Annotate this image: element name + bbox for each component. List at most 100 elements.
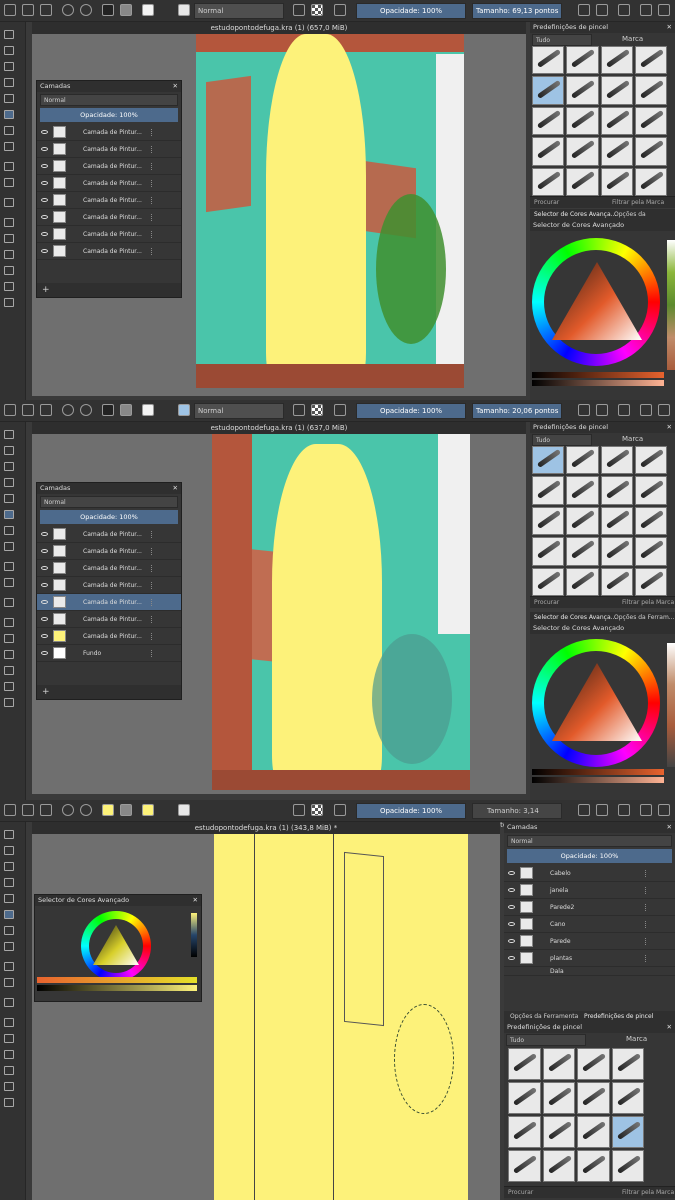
layer-row[interactable]: Camada de Pintur...: [37, 175, 181, 192]
brush-preset-tile[interactable]: [532, 46, 565, 75]
canvas-viewport[interactable]: [32, 834, 500, 1200]
lock-alpha-icon[interactable]: [151, 129, 177, 136]
eye-icon[interactable]: [508, 922, 515, 926]
layer-row[interactable]: Camada de Pintur...: [37, 124, 181, 141]
layer-row[interactable]: Parede2: [504, 899, 675, 916]
lasso-select-tool-icon[interactable]: [4, 1050, 14, 1059]
add-layer-icon[interactable]: +: [42, 687, 50, 697]
brush-preset-tile[interactable]: [566, 167, 599, 196]
brush-preset-tile[interactable]: [634, 76, 667, 105]
swap-colors-icon[interactable]: [142, 4, 154, 16]
brush-preset-tile[interactable]: [611, 1150, 644, 1182]
brush-preset-tile[interactable]: [542, 1116, 575, 1148]
layer-row[interactable]: Camada de Pintur...: [37, 158, 181, 175]
brush-preset-tile[interactable]: [611, 1082, 644, 1114]
window-icon[interactable]: [640, 4, 652, 16]
eye-icon[interactable]: [41, 147, 48, 151]
layer-row[interactable]: Camada de Pintur...: [37, 628, 181, 645]
close-icon[interactable]: ✕: [667, 422, 672, 433]
rectangle-tool-icon[interactable]: [4, 878, 14, 887]
lock-alpha-icon[interactable]: [645, 921, 671, 928]
lasso-select-tool-icon[interactable]: [4, 650, 14, 659]
layer-row[interactable]: janela: [504, 882, 675, 899]
brush-preset-tile[interactable]: [600, 76, 633, 105]
eye-icon[interactable]: [508, 905, 515, 909]
brush-preset-tile[interactable]: [634, 137, 667, 166]
layer-row[interactable]: Camada de Pintur...: [37, 192, 181, 209]
brush-preset-icon[interactable]: [178, 804, 190, 816]
save-icon[interactable]: [40, 804, 52, 816]
lock-alpha-icon[interactable]: [151, 633, 177, 640]
mirror-vertical-icon[interactable]: [596, 4, 608, 16]
lasso-select-tool-icon[interactable]: [4, 250, 14, 259]
tab-tool-options[interactable]: Opções da Ferram...: [614, 612, 675, 623]
pan-tool-icon[interactable]: [4, 698, 14, 707]
layers-blend-select[interactable]: Normal: [40, 94, 178, 106]
foreground-color-swatch[interactable]: [102, 404, 114, 416]
lock-alpha-icon[interactable]: [151, 146, 177, 153]
select-shapes-tool-icon[interactable]: [4, 830, 14, 839]
mirror-horizontal-icon[interactable]: [578, 4, 590, 16]
layer-row[interactable]: Parede: [504, 933, 675, 950]
brush-preset-tile[interactable]: [611, 1048, 644, 1080]
color-history-strip[interactable]: [667, 643, 675, 767]
layer-row-selected[interactable]: Camada de Pintur...: [37, 594, 181, 611]
layers-opacity-slider[interactable]: Opacidade: 100%: [40, 108, 178, 122]
brush-tag-label[interactable]: Marca: [622, 35, 643, 43]
tab-tool-options[interactable]: Opções da Ferramenta: [510, 1011, 578, 1022]
freehand-brush-tool-icon[interactable]: [4, 62, 14, 71]
brush-preset-tile[interactable]: [577, 1150, 610, 1182]
brush-preset-tile[interactable]: [600, 567, 633, 596]
brush-preset-tile[interactable]: [566, 137, 599, 166]
eye-icon[interactable]: [41, 164, 48, 168]
lock-alpha-icon[interactable]: [645, 904, 671, 911]
redo-icon[interactable]: [80, 804, 92, 816]
new-document-icon[interactable]: [4, 804, 16, 816]
size-slider[interactable]: Tamanho: 69,13 pontos: [472, 3, 562, 19]
layers-blend-select[interactable]: Normal: [40, 496, 178, 508]
brush-preset-tile[interactable]: [634, 46, 667, 75]
brush-preset-tile[interactable]: [566, 446, 599, 475]
lock-alpha-icon[interactable]: [151, 163, 177, 170]
layers-blend-select[interactable]: Normal: [507, 835, 672, 847]
pan-tool-icon[interactable]: [4, 298, 14, 307]
layers-opacity-slider[interactable]: Opacidade: 100%: [507, 849, 672, 863]
brush-filter-select[interactable]: Tudo: [506, 1034, 586, 1046]
lock-alpha-icon[interactable]: [151, 231, 177, 238]
brush-preset-tile[interactable]: [600, 106, 633, 136]
reload-preset-icon[interactable]: [334, 804, 346, 816]
brush-preset-tile[interactable]: [532, 106, 565, 136]
brush-preset-tile[interactable]: [577, 1116, 610, 1148]
brush-preset-tile[interactable]: [600, 167, 633, 196]
opacity-slider[interactable]: Opacidade: 100%: [356, 3, 466, 19]
color-slider[interactable]: [37, 977, 197, 983]
lock-alpha-icon[interactable]: [151, 531, 177, 538]
background-color-swatch[interactable]: [120, 4, 132, 16]
color-slider[interactable]: [532, 372, 664, 378]
polygon-tool-icon[interactable]: [4, 894, 14, 903]
close-icon[interactable]: ✕: [173, 81, 178, 92]
eye-icon[interactable]: [508, 888, 515, 892]
fill-tool-icon[interactable]: [4, 978, 14, 987]
edit-shapes-tool-icon[interactable]: [4, 446, 14, 455]
color-slider[interactable]: [37, 985, 197, 991]
brush-preset-tile[interactable]: [566, 537, 599, 566]
brush-preset-tile[interactable]: [566, 76, 599, 105]
zoom-tool-icon[interactable]: [4, 1082, 14, 1091]
eye-icon[interactable]: [508, 956, 515, 960]
size-slider[interactable]: Tamanho: 3,14 pontos: [472, 803, 562, 829]
lock-alpha-icon[interactable]: [151, 616, 177, 623]
brush-preset-tile[interactable]: [532, 506, 565, 536]
brush-preset-tile-selected[interactable]: [611, 1116, 644, 1148]
brush-preset-tile[interactable]: [577, 1048, 610, 1080]
eraser-icon[interactable]: [293, 4, 305, 16]
redo-icon[interactable]: [80, 404, 92, 416]
select-shapes-tool-icon[interactable]: [4, 430, 14, 439]
close-icon[interactable]: ✕: [667, 1022, 672, 1033]
workspace-icon[interactable]: [658, 4, 670, 16]
blend-mode-select[interactable]: Normal: [194, 3, 284, 19]
brush-preset-tile[interactable]: [532, 476, 565, 505]
eye-icon[interactable]: [508, 939, 515, 943]
reload-preset-icon[interactable]: [334, 4, 346, 16]
eye-icon[interactable]: [41, 566, 48, 570]
